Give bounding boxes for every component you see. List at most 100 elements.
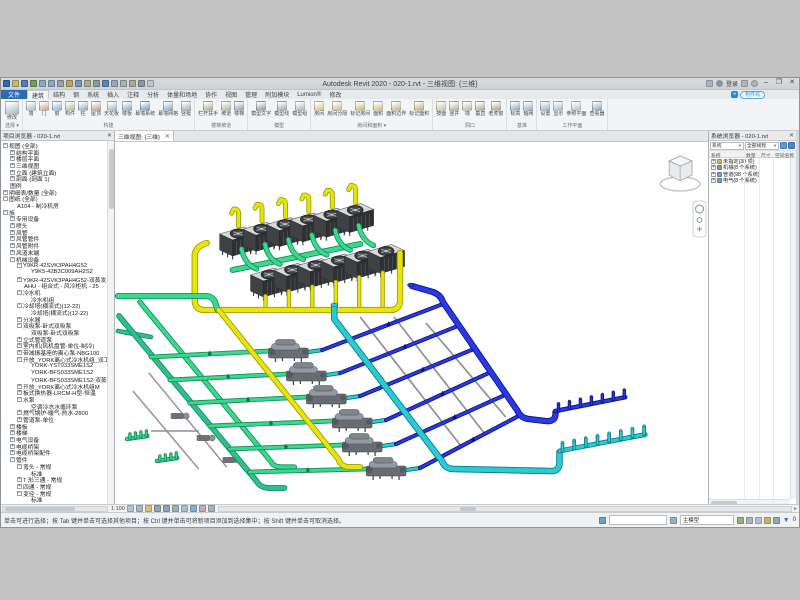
tree-expander-icon[interactable]: − xyxy=(3,210,8,215)
ribbon-button-模型组[interactable]: 模型组 xyxy=(291,100,308,117)
tree-expander-icon[interactable]: + xyxy=(17,277,22,282)
crop-view-icon[interactable] xyxy=(172,505,179,512)
ribbon-button-楼梯[interactable]: 楼梯 xyxy=(233,100,245,117)
system-browser-vscrollbar[interactable] xyxy=(790,158,796,499)
ribbon-tab-注释[interactable]: 注释 xyxy=(123,90,143,99)
ribbon-button-模型文字[interactable]: 模型文字 xyxy=(250,100,272,117)
visual-style-icon[interactable] xyxy=(136,505,143,512)
tree-expander-icon[interactable]: + xyxy=(17,390,22,395)
user-interface-icon[interactable] xyxy=(138,80,145,87)
tree-expander-icon[interactable]: + xyxy=(10,450,15,455)
column-settings-icon[interactable] xyxy=(788,142,795,149)
ribbon-tab-体量和场地[interactable]: 体量和场地 xyxy=(163,90,201,99)
select-links-icon[interactable] xyxy=(746,517,753,524)
tree-expander-icon[interactable]: + xyxy=(711,165,716,170)
sign-in-button[interactable]: 登录 xyxy=(726,79,738,88)
drag-elements-icon[interactable] xyxy=(773,517,780,524)
filter-count[interactable]: 0 xyxy=(793,517,796,523)
ribbon-button-标高[interactable]: 标高 xyxy=(509,100,521,117)
ribbon-button-幕墙网格[interactable]: 幕墙网格 xyxy=(157,100,179,117)
tree-item[interactable]: A104 - 制冷机房 xyxy=(3,202,114,209)
ribbon-button-标记房间[interactable]: 标记房间 xyxy=(349,100,371,117)
system-browser-header[interactable]: 系统浏览器 - 020-1.rvt ✕ xyxy=(709,131,796,141)
ribbon-button-栏杆扶手[interactable]: 栏杆扶手 xyxy=(197,100,219,117)
ribbon-button-墙[interactable]: 墙 xyxy=(461,100,473,117)
ribbon-button-轴网[interactable]: 轴网 xyxy=(522,100,534,117)
tree-expander-icon[interactable]: − xyxy=(3,143,8,148)
ribbon-tab-结构[interactable]: 结构 xyxy=(49,90,69,99)
tree-expander-icon[interactable]: + xyxy=(10,216,15,221)
tree-expander-icon[interactable]: + xyxy=(10,444,15,449)
ribbon-tab-Lumion®[interactable]: Lumion® xyxy=(293,90,325,99)
ribbon-button-坡道[interactable]: 坡道 xyxy=(220,100,232,117)
project-browser-vscrollbar[interactable] xyxy=(107,141,114,506)
ribbon-button-设置[interactable]: 设置 xyxy=(539,100,551,117)
project-browser-header[interactable]: 项目浏览器 - 020-1.rvt ✕ xyxy=(1,131,114,141)
tree-expander-icon[interactable]: − xyxy=(10,457,15,462)
tree-expander-icon[interactable]: + xyxy=(17,477,22,482)
system-browser-column-headers[interactable]: 系统 数量 尺寸 空间名称 xyxy=(709,151,796,158)
autofit-columns-icon[interactable] xyxy=(780,142,787,149)
project-browser-hscrollbar[interactable] xyxy=(2,506,108,512)
sun-path-icon[interactable] xyxy=(145,505,152,512)
ribbon-button-屋顶[interactable]: 屋顶 xyxy=(90,100,102,117)
tree-expander-icon[interactable]: + xyxy=(10,156,15,161)
tree-expander-icon[interactable]: − xyxy=(17,491,22,496)
tree-item[interactable]: 双吸泵-卧式双吸泵 xyxy=(3,329,114,336)
detail-level-icon[interactable] xyxy=(127,505,134,512)
plugin-button[interactable]: 构件坞 xyxy=(740,91,765,99)
ribbon-button-竖井[interactable]: 竖井 xyxy=(448,100,460,117)
tree-item[interactable]: −管件 xyxy=(3,456,114,463)
tree-expander-icon[interactable]: − xyxy=(17,397,22,402)
tree-expander-icon[interactable]: + xyxy=(711,178,716,183)
app-store-icon[interactable] xyxy=(741,80,748,87)
measure-icon[interactable] xyxy=(66,80,73,87)
tree-expander-icon[interactable]: − xyxy=(3,196,8,201)
tree-expander-icon[interactable]: + xyxy=(10,243,15,248)
tree-expander-icon[interactable]: + xyxy=(17,337,22,342)
ribbon-button-房间分隔[interactable]: 房间分隔 xyxy=(326,100,348,117)
select-pinned-icon[interactable] xyxy=(764,517,771,524)
tree-expander-icon[interactable]: − xyxy=(17,323,22,328)
ribbon-tab-修改[interactable]: 修改 xyxy=(325,90,345,99)
ribbon-button-楼板[interactable]: 楼板 xyxy=(121,100,133,117)
plugin-icon[interactable]: ∞ xyxy=(731,91,738,98)
tree-expander-icon[interactable]: + xyxy=(17,484,22,489)
tree-item[interactable]: 标准 xyxy=(3,496,114,503)
tree-expander-icon[interactable]: − xyxy=(17,357,22,362)
ribbon-button-天花板[interactable]: 天花板 xyxy=(103,100,120,117)
ribbon-button-幕墙系统[interactable]: 幕墙系统 xyxy=(134,100,156,117)
ribbon-button-窗[interactable]: 窗 xyxy=(51,100,63,117)
ribbon-button-标记面积[interactable]: 标记面积 xyxy=(408,100,430,117)
save-icon[interactable] xyxy=(21,80,28,87)
tree-expander-icon[interactable]: + xyxy=(10,170,15,175)
user-avatar-icon[interactable] xyxy=(716,80,723,87)
tree-expander-icon[interactable]: + xyxy=(10,223,15,228)
tree-expander-icon[interactable]: + xyxy=(3,190,8,195)
tree-expander-icon[interactable]: + xyxy=(10,230,15,235)
minimize-button[interactable]: – xyxy=(761,79,771,88)
ribbon-button-面积[interactable]: 面积 xyxy=(372,100,384,117)
view-scale[interactable]: 1:100 xyxy=(111,506,125,512)
tree-expander-icon[interactable]: + xyxy=(17,350,22,355)
ribbon-button-显示[interactable]: 显示 xyxy=(552,100,564,117)
worksharing-display-icon[interactable] xyxy=(208,505,215,512)
tree-expander-icon[interactable]: − xyxy=(17,303,22,308)
ribbon-button-修改[interactable]: 修改 xyxy=(4,100,20,121)
open-icon[interactable] xyxy=(12,80,19,87)
tree-expander-icon[interactable]: + xyxy=(10,150,15,155)
thin-lines-icon[interactable] xyxy=(120,80,127,87)
tree-expander-icon[interactable]: − xyxy=(17,290,22,295)
restore-button[interactable]: ❐ xyxy=(774,79,784,88)
ribbon-button-墙[interactable]: 墙 xyxy=(25,100,37,117)
tree-expander-icon[interactable]: + xyxy=(17,317,22,322)
tree-expander-icon[interactable]: − xyxy=(17,263,22,268)
ribbon-button-房间[interactable]: 房间 xyxy=(313,100,325,117)
ribbon-tab-协作[interactable]: 协作 xyxy=(201,90,221,99)
ribbon-button-模型线[interactable]: 模型线 xyxy=(273,100,290,117)
tree-expander-icon[interactable]: + xyxy=(711,159,716,164)
ribbon-button-参照平面[interactable]: 参照平面 xyxy=(565,100,587,117)
ribbon-button-查看器[interactable]: 查看器 xyxy=(588,100,605,117)
edit-requests-icon[interactable] xyxy=(670,517,677,524)
render-icon[interactable] xyxy=(163,505,170,512)
